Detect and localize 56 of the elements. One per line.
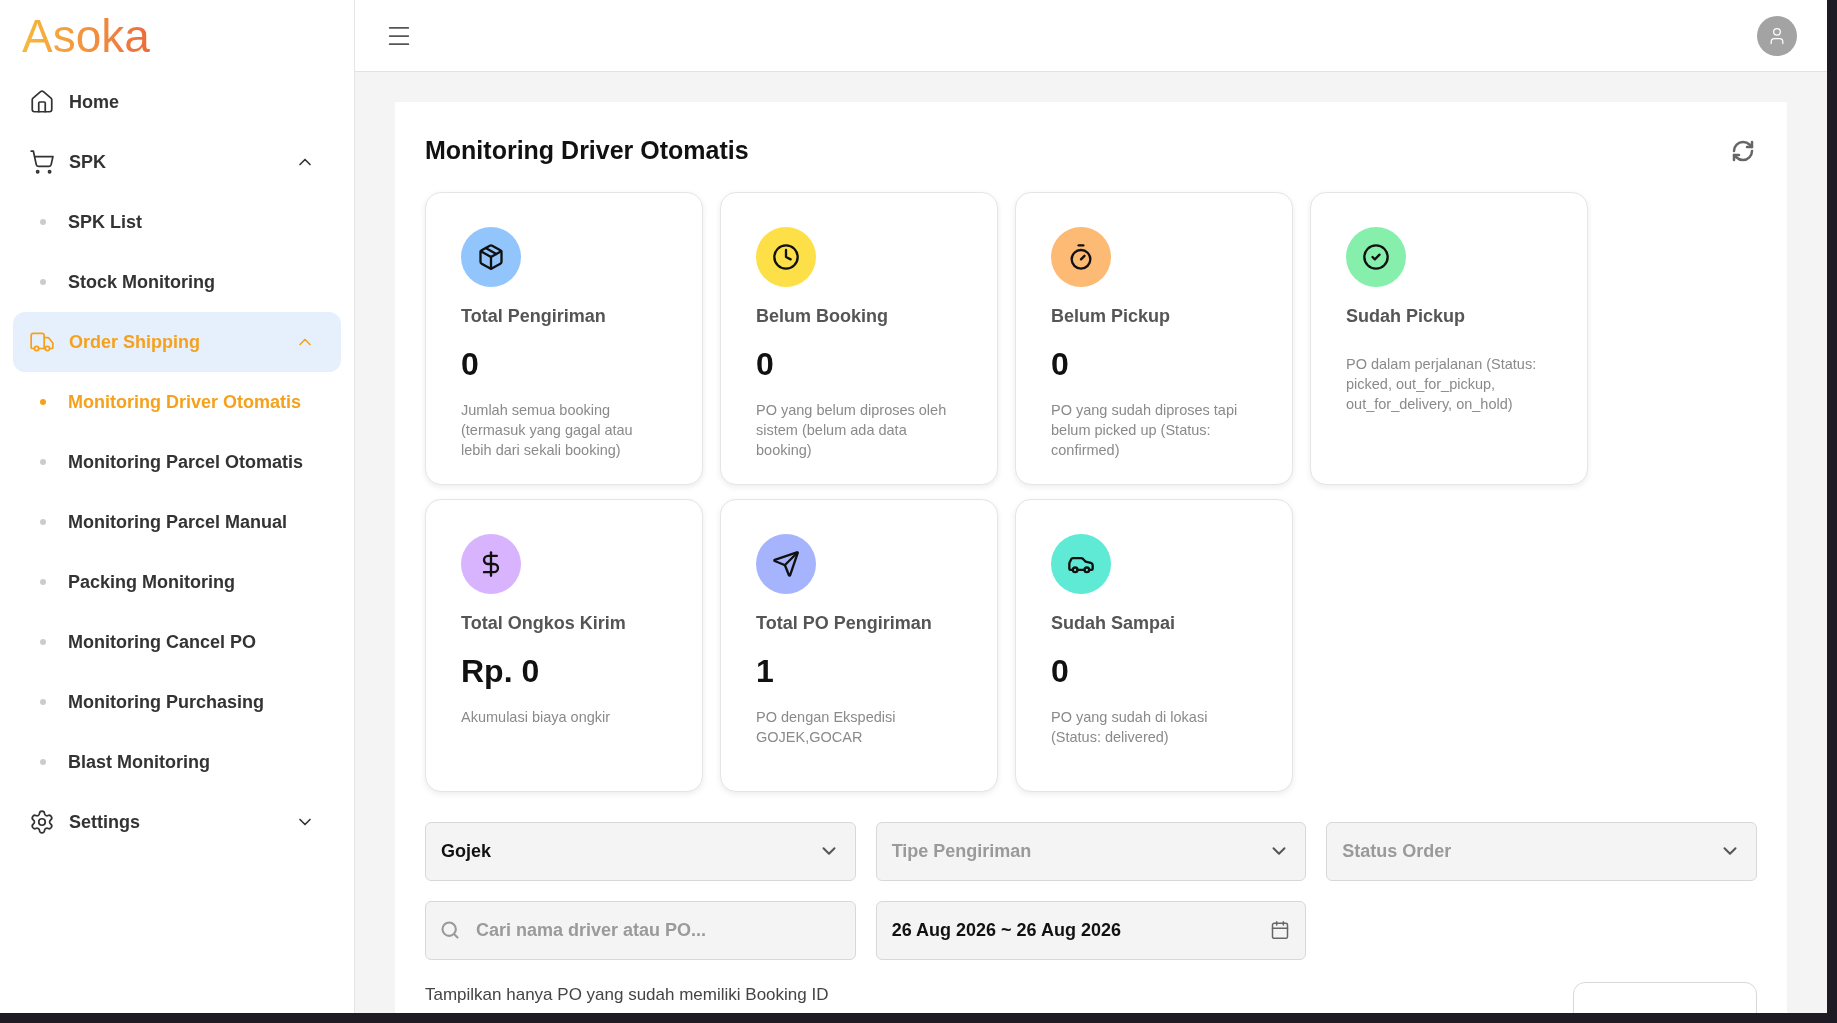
refresh-icon[interactable] bbox=[1731, 138, 1755, 163]
stat-value: 1 bbox=[756, 654, 775, 687]
stat-value: 0 bbox=[1051, 347, 1070, 380]
cart-icon bbox=[29, 149, 55, 175]
send-icon bbox=[772, 549, 800, 578]
bullet-icon bbox=[40, 699, 46, 705]
sidebar-subitem[interactable]: Stock Monitoring bbox=[0, 252, 354, 312]
sidebar-subitem[interactable]: Blast Monitoring bbox=[0, 732, 354, 792]
search-icon bbox=[440, 919, 460, 940]
sidebar-subitem[interactable]: Monitoring Cancel PO bbox=[0, 612, 354, 672]
sidebar-subitem[interactable]: SPK List bbox=[0, 192, 354, 252]
stat-value: Rp. 0 bbox=[461, 654, 541, 687]
stat-value: 0 bbox=[1051, 654, 1070, 687]
home-icon bbox=[29, 89, 55, 115]
page-title: Monitoring Driver Otomatis bbox=[425, 135, 749, 166]
stat-description: PO yang sudah di lokasi (Status: delivered) bbox=[1051, 707, 1209, 747]
stat-title: Sudah Sampai bbox=[1051, 611, 1177, 635]
bullet-icon bbox=[40, 279, 46, 285]
sidebar-item[interactable]: Settings bbox=[13, 792, 341, 852]
stat-value: 0 bbox=[461, 347, 480, 380]
bullet-icon bbox=[40, 639, 46, 645]
stat-title: Total Ongkos Kirim bbox=[461, 611, 627, 635]
stat-description: Jumlah semua booking (termasuk yang gagal atau lebih dari sekali booking) bbox=[461, 400, 634, 460]
stat-description: Akumulasi biaya ongkir bbox=[461, 707, 612, 727]
gear-icon bbox=[29, 809, 55, 835]
bullet-icon bbox=[40, 759, 46, 765]
stat-value: 0 bbox=[756, 347, 775, 380]
clock-icon bbox=[772, 242, 800, 271]
sidebar-item[interactable]: Home bbox=[13, 72, 341, 132]
sidebar-subitem[interactable]: Monitoring Parcel Manual bbox=[0, 492, 354, 552]
dropdown[interactable]: Gojek bbox=[425, 821, 856, 881]
stat-title: Total PO Pengiriman bbox=[756, 611, 933, 635]
sidebar-item[interactable]: SPK bbox=[13, 132, 341, 192]
sidebar-subitem[interactable]: Monitoring Parcel Otomatis bbox=[0, 432, 354, 492]
stat-title: Total Pengiriman bbox=[461, 304, 607, 328]
bullet-icon bbox=[40, 219, 46, 225]
check-icon bbox=[1362, 242, 1390, 271]
sidebar-subitem[interactable]: Packing Monitoring bbox=[0, 552, 354, 612]
date-range-field[interactable]: 26 Aug 2026 ~ 26 Aug 2026 bbox=[875, 900, 1307, 960]
bullet-icon bbox=[40, 579, 46, 585]
truck-icon bbox=[29, 329, 55, 355]
search-field[interactable]: Cari nama driver atau PO... bbox=[425, 900, 856, 960]
filter-note: Tampilkan hanya PO yang sudah memiliki Booking ID bbox=[425, 983, 829, 1006]
box-icon bbox=[477, 242, 505, 271]
bullet-icon bbox=[40, 459, 46, 465]
bullet-icon bbox=[40, 399, 46, 405]
sidebar-subitem[interactable]: Monitoring Purchasing bbox=[0, 672, 354, 732]
stat-description: PO yang belum diproses oleh sistem (belum ada data booking) bbox=[756, 400, 948, 460]
stat-title: Belum Booking bbox=[756, 304, 889, 328]
stat-title: Sudah Pickup bbox=[1346, 304, 1467, 328]
calendar-icon bbox=[1270, 920, 1291, 940]
stat-title: Belum Pickup bbox=[1051, 304, 1172, 328]
stat-description: PO yang sudah diproses tapi belum picked up (Status: confirmed) bbox=[1051, 400, 1239, 460]
bullet-icon bbox=[40, 519, 46, 525]
stat-description: PO dalam perjalanan (Status: picked, out_for_pickup, out_for_delivery, on_hold) bbox=[1346, 354, 1538, 414]
stat-description: PO dengan Ekspedisi GOJEK,GOCAR bbox=[756, 707, 897, 747]
